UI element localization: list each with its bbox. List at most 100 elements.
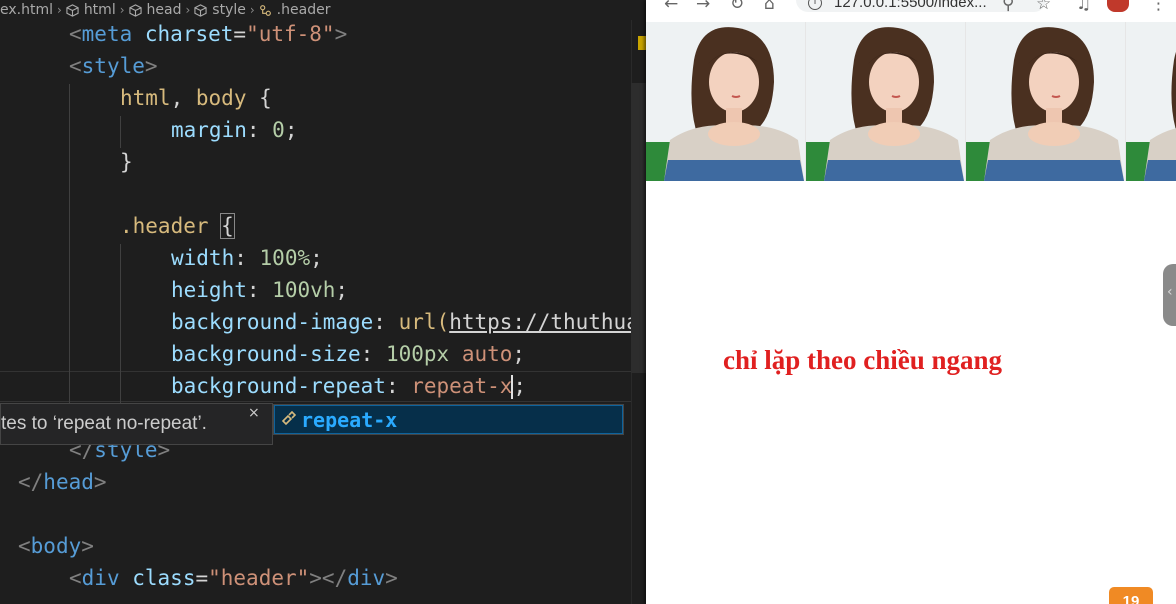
address-text: 127.0.0.1:5500/index... — [834, 0, 987, 11]
token: class — [132, 566, 196, 590]
suggestion-item[interactable]: repeat-x — [274, 405, 623, 434]
star-icon[interactable]: ☆ — [1036, 0, 1051, 13]
code-line: <div class="header"></div> — [69, 562, 398, 594]
background-image-tile — [646, 22, 806, 181]
token: background-size — [171, 342, 361, 366]
token: style — [81, 54, 145, 78]
scrollbar-marker — [638, 36, 646, 50]
code-line: background-size: 100px auto; — [171, 338, 525, 370]
chevron-right-icon: › — [185, 3, 191, 17]
token: 100px — [385, 342, 450, 366]
suggestion-widget[interactable]: repeat-x — [273, 404, 624, 435]
token: background-image — [171, 310, 374, 334]
background-image-tile — [966, 22, 1126, 181]
home-icon[interactable]: ⌂ — [764, 0, 775, 13]
token: url( — [398, 310, 450, 334]
code-line: html, body { — [120, 82, 272, 114]
token: 100vh — [272, 278, 336, 302]
token: > — [144, 54, 158, 78]
token: ; — [512, 342, 526, 366]
portrait-image — [1126, 22, 1176, 181]
reload-icon[interactable]: ↻ — [730, 0, 744, 13]
browser-toolbar: ← → ↻ ⌂ 127.0.0.1:5500/index... i ⚲ ☆ ♫ … — [646, 0, 1176, 22]
side-panel-handle[interactable]: ‹ — [1163, 264, 1176, 326]
token: : — [360, 342, 374, 366]
token: body — [195, 86, 247, 110]
selector-icon — [259, 4, 271, 16]
code-line: <meta charset="utf-8"> — [69, 18, 347, 50]
header-repeat-strip — [646, 22, 1176, 181]
token: div — [347, 566, 386, 590]
code-line: <style> — [69, 50, 158, 82]
code-line: <body> — [18, 530, 94, 562]
code-editor[interactable]: ex.html › html › head › style › .header … — [0, 0, 646, 604]
menu-icon[interactable]: ⋮ — [1150, 0, 1167, 13]
code-line: } — [120, 146, 133, 178]
token: : — [246, 118, 260, 142]
code-line: .header { — [120, 210, 235, 242]
breadcrumb-item-style[interactable]: style — [194, 2, 246, 18]
breadcrumb-label: head — [146, 2, 182, 18]
token: : — [385, 374, 399, 398]
token: ></ — [309, 566, 348, 590]
token: < — [69, 566, 82, 590]
indent-guide — [120, 244, 121, 404]
element-icon — [66, 3, 79, 17]
scrollbar-thumb[interactable] — [631, 83, 646, 373]
corner-badge: 19 — [1109, 587, 1153, 604]
breadcrumb-item-html[interactable]: html — [66, 2, 116, 18]
element-icon — [194, 3, 207, 17]
media-icon[interactable]: ♫ — [1076, 0, 1091, 13]
token: repeat-x — [411, 374, 513, 398]
browser-window: ← → ↻ ⌂ 127.0.0.1:5500/index... i ⚲ ☆ ♫ … — [646, 0, 1176, 604]
token: html — [120, 86, 171, 110]
back-icon[interactable]: ← — [664, 0, 678, 13]
code-line: height: 100vh; — [171, 274, 348, 306]
token: = — [233, 22, 247, 46]
token: , — [170, 86, 184, 110]
token: width — [171, 246, 235, 270]
background-image-tile — [806, 22, 966, 181]
token: > — [334, 22, 348, 46]
portrait-image — [806, 22, 965, 181]
token: { — [259, 86, 272, 110]
background-image-tile — [1126, 22, 1176, 181]
token: </ — [18, 470, 44, 494]
token: auto — [461, 342, 513, 366]
token: "utf-8" — [246, 22, 335, 46]
token: 0 — [272, 118, 285, 142]
token: background-repeat — [171, 374, 386, 398]
token: 100% — [259, 246, 311, 270]
breadcrumb-label: html — [83, 2, 116, 18]
url-link[interactable]: https://thuthuat — [449, 310, 646, 334]
token: : — [373, 310, 386, 334]
token: ; — [310, 246, 323, 270]
token: height — [171, 278, 247, 302]
element-icon — [128, 3, 142, 17]
token: : — [234, 246, 247, 270]
breadcrumb-label: ex.html — [0, 2, 53, 18]
breadcrumb-item-head[interactable]: head — [128, 2, 182, 18]
caption-text: chỉ lặp theo chiều ngang — [723, 345, 1003, 375]
breadcrumb-item-file[interactable]: ex.html — [0, 2, 53, 18]
suggestion-label: repeat-x — [301, 407, 398, 432]
property-icon — [279, 410, 297, 429]
zoom-icon[interactable]: ⚲ — [1002, 0, 1014, 13]
token: } — [120, 150, 133, 174]
portrait-image — [646, 22, 805, 181]
token: ; — [513, 374, 527, 398]
chevron-right-icon: › — [249, 3, 255, 17]
token: ; — [335, 278, 349, 302]
token: .header — [120, 214, 209, 238]
forward-icon[interactable]: → — [696, 0, 710, 13]
extension-icon[interactable] — [1107, 0, 1129, 12]
token: "header" — [208, 566, 310, 590]
token: body — [30, 534, 82, 558]
token: div — [81, 566, 120, 590]
code-line: background-repeat: repeat-x; — [171, 370, 526, 402]
close-icon[interactable]: × — [248, 403, 260, 423]
portrait-image — [966, 22, 1125, 181]
indent-guide — [120, 116, 121, 148]
token: margin — [171, 118, 247, 142]
breadcrumb-item-selector[interactable]: .header — [259, 2, 330, 18]
